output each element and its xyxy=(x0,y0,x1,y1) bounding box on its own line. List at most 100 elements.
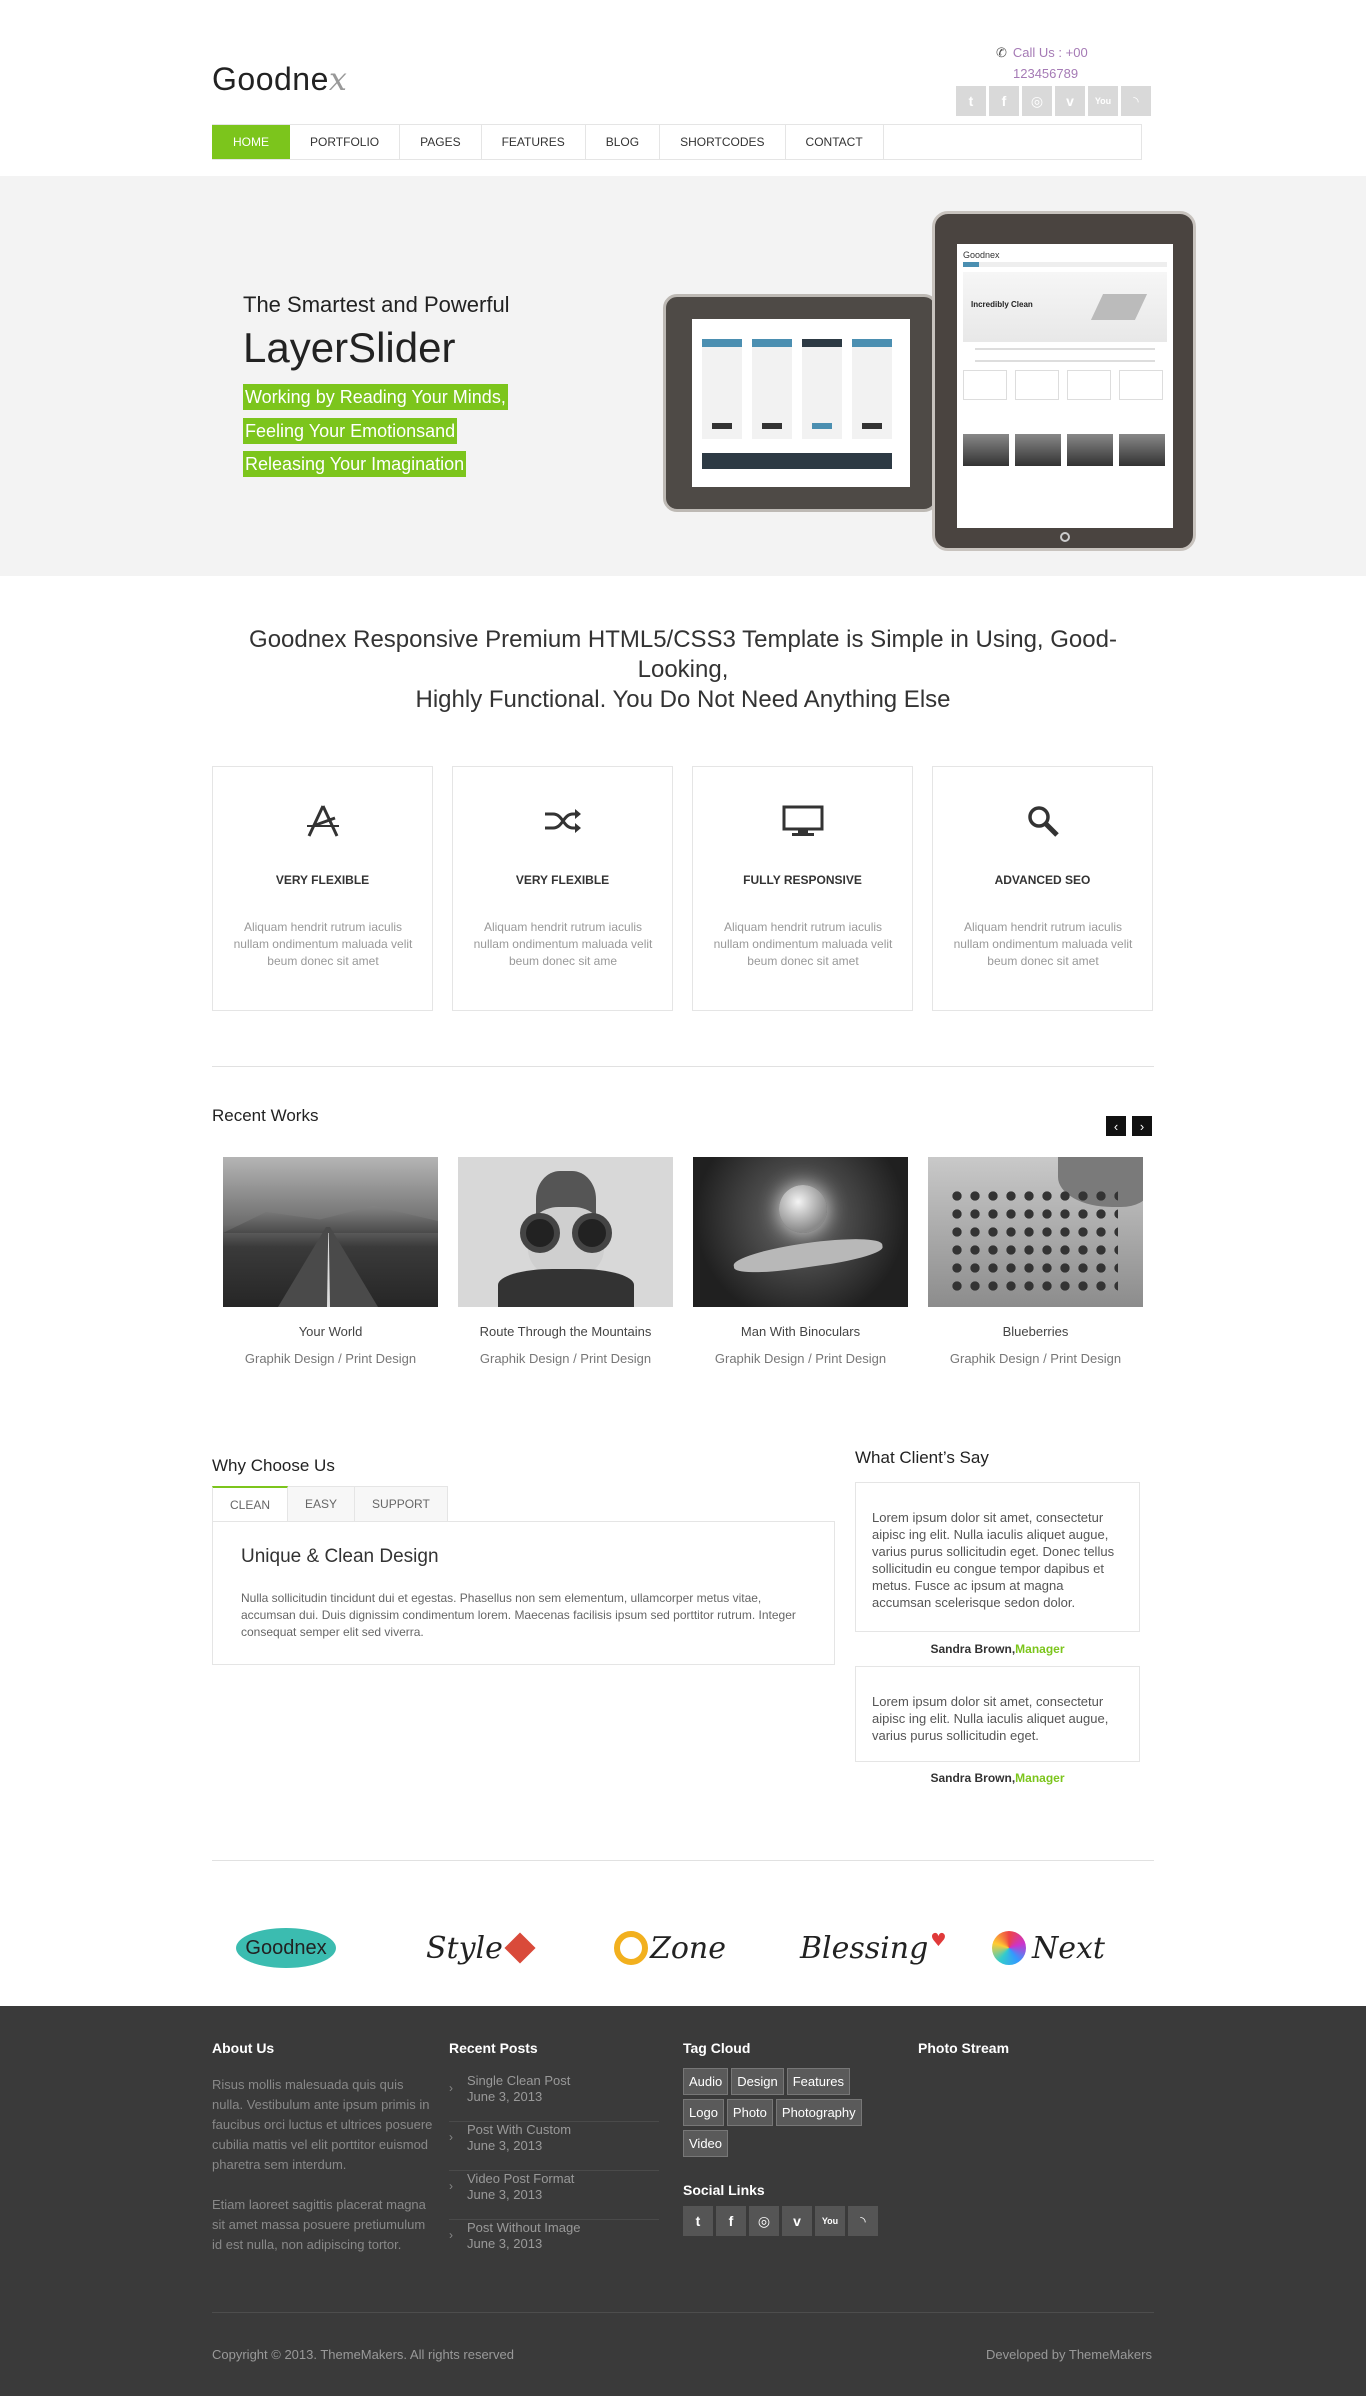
tag-item[interactable]: Features xyxy=(786,2068,851,2095)
nav-item-shortcodes[interactable]: SHORTCODES xyxy=(660,125,786,159)
footer-divider xyxy=(212,2312,1154,2313)
feature-box: FULLY RESPONSIVE Aliquam hendrit rutrum … xyxy=(692,766,913,1011)
nav-item-features[interactable]: FEATURES xyxy=(482,125,586,159)
dribbble-icon[interactable]: ◎ xyxy=(749,2206,779,2236)
recent-post[interactable]: › Single Clean Post June 3, 2013 xyxy=(449,2073,659,2122)
vimeo-icon[interactable]: v xyxy=(1055,86,1085,116)
work-item[interactable]: Your World Graphik Design / Print Design xyxy=(223,1157,438,1366)
tablet-screen-pricing xyxy=(692,319,910,487)
tag-item[interactable]: Photography xyxy=(775,2099,862,2126)
post-title[interactable]: Post With Custom xyxy=(467,2122,571,2137)
prev-arrow-button[interactable]: ‹ xyxy=(1106,1116,1126,1136)
recent-post[interactable]: › Video Post Format June 3, 2013 xyxy=(449,2171,659,2220)
testimonial-quote: Lorem ipsum dolor sit amet, consectetur … xyxy=(855,1666,1140,1762)
feature-title: ADVANCED SEO xyxy=(994,873,1091,887)
work-title[interactable]: Route Through the Mountains xyxy=(458,1324,673,1339)
footer-social-title: Social Links xyxy=(683,2182,765,2198)
tablet-logo: Goodnex xyxy=(963,250,1000,260)
work-title[interactable]: Blueberries xyxy=(928,1324,1143,1339)
post-title[interactable]: Post Without Image xyxy=(467,2220,580,2235)
tag-item[interactable]: Logo xyxy=(683,2099,724,2126)
facebook-icon[interactable]: f xyxy=(716,2206,746,2236)
tab-panel-text: Nulla sollicitudin tincidunt dui et eges… xyxy=(241,1591,796,1639)
author-name: Sandra Brown, xyxy=(930,1771,1016,1785)
call-label: Call Us : +00 xyxy=(1012,45,1088,60)
footer-about-text: Risus mollis malesuada quis quis nulla. … xyxy=(212,2075,434,2255)
globe-hand-image[interactable] xyxy=(693,1157,908,1307)
tab-support[interactable]: SUPPORT xyxy=(355,1486,448,1522)
client-logo-blessing[interactable]: Blessing ♥ xyxy=(800,1920,946,1976)
youtube-icon[interactable]: You xyxy=(815,2206,845,2236)
feature-text: Aliquam hendrit rutrum iaculis nullam on… xyxy=(953,920,1133,968)
tab-panel: Unique & Clean Design Nulla sollicitudin… xyxy=(212,1521,835,1665)
tag-item[interactable]: Video xyxy=(683,2130,729,2157)
client-logo-text: Style xyxy=(426,1930,503,1966)
next-arrow-button[interactable]: › xyxy=(1132,1116,1152,1136)
copyright-text: Copyright © 2013. ThemeMakers. All right… xyxy=(212,2347,514,2362)
work-title[interactable]: Your World xyxy=(223,1324,438,1339)
tag-cloud: Audio Design Features Logo Photo Photogr… xyxy=(683,2068,893,2157)
work-item[interactable]: Route Through the Mountains Graphik Desi… xyxy=(458,1157,673,1366)
binoculars-image[interactable] xyxy=(458,1157,673,1307)
work-category[interactable]: Graphik Design / Print Design xyxy=(223,1351,438,1366)
twitter-icon[interactable]: t xyxy=(956,86,986,116)
vimeo-icon[interactable]: v xyxy=(782,2206,812,2236)
nav-item-home[interactable]: HOME xyxy=(212,125,290,159)
nav-item-portfolio[interactable]: PORTFOLIO xyxy=(290,125,401,159)
feature-text: Aliquam hendrit rutrum iaculis nullam on… xyxy=(233,920,413,968)
facebook-icon[interactable]: f xyxy=(989,86,1019,116)
testimonial-author: Sandra Brown,Manager xyxy=(855,1771,1140,1785)
diamond-icon xyxy=(504,1932,536,1964)
call-number: 123456789 xyxy=(1013,66,1079,81)
client-logo-zone[interactable]: Zone xyxy=(614,1920,726,1976)
tablet-screen-site: Goodnex Incredibly Clean xyxy=(957,244,1173,528)
rss-icon[interactable]: ◝ xyxy=(848,2206,878,2236)
pricing-column xyxy=(802,339,842,439)
slider-subtitle: The Smartest and Powerful xyxy=(243,292,510,317)
dribbble-icon[interactable]: ◎ xyxy=(1022,86,1052,116)
tag-item[interactable]: Photo xyxy=(726,2099,773,2126)
site-logo[interactable]: Goodnex xyxy=(212,60,347,98)
chevron-right-icon: › xyxy=(449,2130,453,2144)
shuffle-icon xyxy=(453,801,672,841)
tablet-thumb xyxy=(1067,434,1113,466)
work-title[interactable]: Man With Binoculars xyxy=(693,1324,908,1339)
tag-item[interactable]: Audio xyxy=(683,2068,729,2095)
tag-item[interactable]: Design xyxy=(731,2068,784,2095)
recent-post[interactable]: › Post Without Image June 3, 2013 xyxy=(449,2220,659,2269)
work-category[interactable]: Graphik Design / Print Design xyxy=(458,1351,673,1366)
client-logo-next[interactable]: Next xyxy=(992,1920,1105,1976)
nav-item-pages[interactable]: PAGES xyxy=(400,125,482,159)
client-logo-goodnex[interactable]: Goodnex xyxy=(236,1920,336,1976)
work-category[interactable]: Graphik Design / Print Design xyxy=(928,1351,1143,1366)
about-paragraph: Etiam laoreet sagittis placerat magna si… xyxy=(212,2197,426,2252)
header-social-links: t f ◎ v You ◝ xyxy=(956,86,1151,116)
tab-clean[interactable]: CLEAN xyxy=(212,1486,289,1522)
twitter-icon[interactable]: t xyxy=(683,2206,713,2236)
footer-tags-title: Tag Cloud xyxy=(683,2040,751,2056)
post-date: June 3, 2013 xyxy=(467,2187,543,2202)
recent-post[interactable]: › Post With Custom June 3, 2013 xyxy=(449,2122,659,2171)
developed-by-link[interactable]: Developed by ThemeMakers xyxy=(986,2347,1152,2362)
blueberries-image[interactable] xyxy=(928,1157,1143,1307)
work-category[interactable]: Graphik Design / Print Design xyxy=(693,1351,908,1366)
nav-item-contact[interactable]: CONTACT xyxy=(786,125,884,159)
client-logo-style[interactable]: Style xyxy=(426,1920,536,1976)
tab-easy[interactable]: EASY xyxy=(288,1486,356,1522)
post-title[interactable]: Single Clean Post xyxy=(467,2073,570,2088)
footer-posts-title: Recent Posts xyxy=(449,2040,538,2056)
footer-about-title: About Us xyxy=(212,2040,275,2056)
road-image[interactable] xyxy=(223,1157,438,1307)
about-paragraph: Risus mollis malesuada quis quis nulla. … xyxy=(212,2077,433,2172)
author-role: Manager xyxy=(1015,1771,1065,1785)
work-item[interactable]: Man With Binoculars Graphik Design / Pri… xyxy=(693,1157,908,1366)
nav-item-blog[interactable]: BLOG xyxy=(586,125,661,159)
intro-heading: Goodnex Responsive Premium HTML5/CSS3 Te… xyxy=(220,625,1146,715)
youtube-icon[interactable]: You xyxy=(1088,86,1118,116)
post-title[interactable]: Video Post Format xyxy=(467,2171,574,2186)
rss-icon[interactable]: ◝ xyxy=(1121,86,1151,116)
nav-spacer xyxy=(884,125,1142,159)
work-item[interactable]: Blueberries Graphik Design / Print Desig… xyxy=(928,1157,1143,1366)
logo-x: x xyxy=(328,60,348,98)
chevron-right-icon: › xyxy=(449,2179,453,2193)
